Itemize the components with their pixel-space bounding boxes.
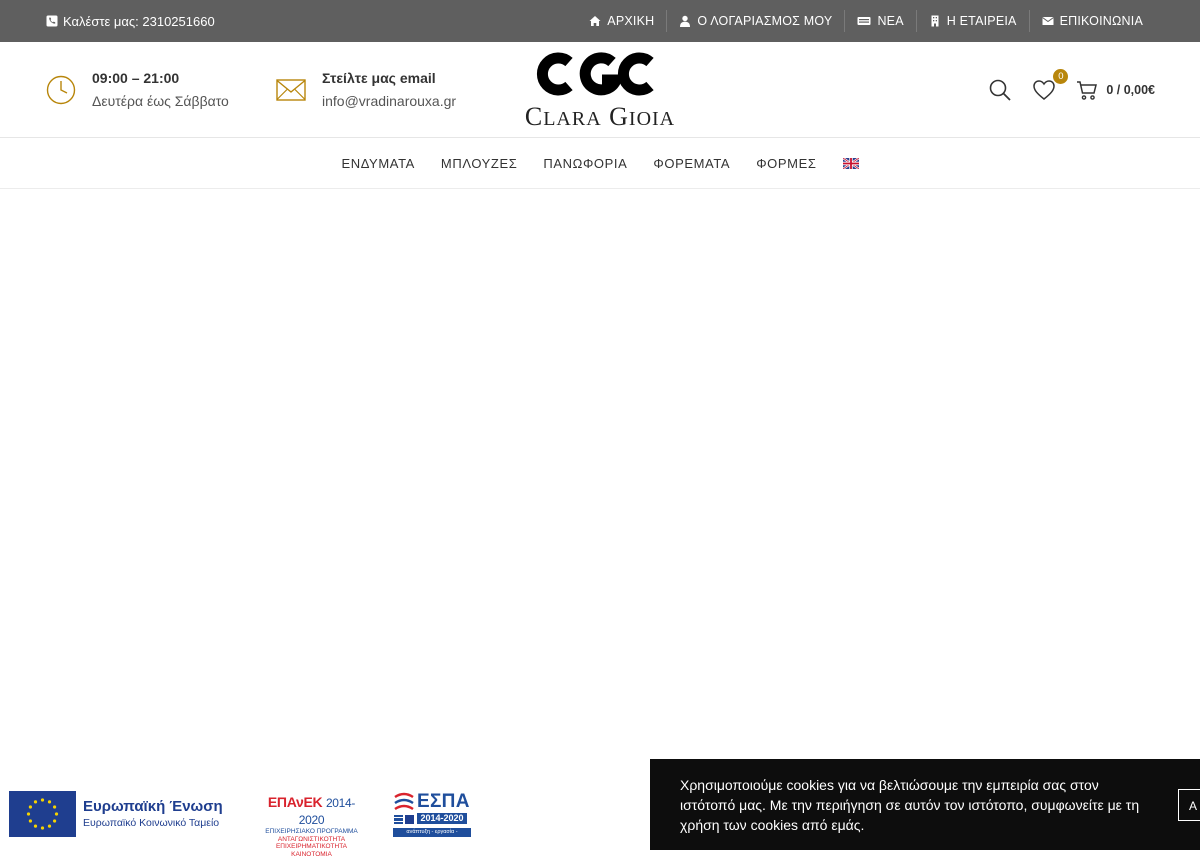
email-info: Στείλτε μας email info@vradinarouxa.gr: [276, 42, 456, 137]
nav-item-jumpsuits[interactable]: ΦΟΡΜΕΣ: [743, 156, 829, 171]
email-info-text: Στείλτε μας email info@vradinarouxa.gr: [322, 67, 456, 113]
header-actions: 0 0 / 0,00€: [988, 42, 1155, 137]
epanek-title: ΕΠΑνΕΚ 2014-2020: [258, 794, 365, 828]
espa-title: ΕΣΠΑ: [417, 791, 470, 813]
mail-icon: [276, 78, 306, 102]
uk-flag-icon: [843, 158, 859, 169]
epanek-logo: ΕΠΑνΕΚ 2014-2020 ΕΠΙΧΕΙΡΗΣΙΑΚΟ ΠΡΟΓΡΑΜΜΑ…: [258, 794, 365, 838]
epanek-line: ΕΠΙΧΕΙΡΗΜΑΤΙΚΟΤΗΤΑ: [258, 843, 365, 851]
heart-icon: [1032, 78, 1056, 102]
eu-label: Ευρωπαϊκή Ένωση Ευρωπαϊκό Κοινωνικό Ταμε…: [83, 798, 223, 830]
epanek-line: ΑΝΤΑΓΩΝΙΣΤΙΚΟΤΗΤΑ: [258, 836, 365, 844]
hours-title: 09:00 – 21:00: [92, 67, 229, 89]
building-icon: [929, 15, 941, 27]
top-nav-label: ΑΡΧΙΚΗ: [607, 14, 654, 28]
top-nav-label: Η ΕΤΑΙΡΕΙΑ: [947, 14, 1017, 28]
eu-logo: Ευρωπαϊκή Ένωση Ευρωπαϊκό Κοινωνικό Ταμε…: [9, 791, 235, 837]
epanek-line: ΚΑΙΝΟΤΟΜΙΑ: [258, 851, 365, 858]
hours-subtitle: Δευτέρα έως Σάββατο: [92, 89, 229, 113]
home-icon: [589, 15, 601, 27]
epanek-line: ΕΠΙΧΕΙΡΗΣΙΑΚΟ ΠΡΟΓΡΑΜΜΑ: [258, 828, 365, 836]
wishlist-button[interactable]: 0: [1032, 78, 1056, 102]
eu-flag-icon: [9, 791, 76, 837]
nav-item-dresses[interactable]: ΦΟΡΕΜΑΤΑ: [640, 156, 743, 171]
newspaper-icon: [857, 15, 871, 27]
eu-stars-icon: [9, 791, 76, 837]
cookie-accept-button[interactable]: Α: [1178, 789, 1200, 821]
cart-icon: [1076, 79, 1098, 101]
nav-item-clothing[interactable]: ΕΝΔΥΜΑΤΑ: [328, 156, 427, 171]
espa-slogan: ανάπτυξη - εργασία - αλληλεγγύη: [393, 828, 471, 837]
cart-button[interactable]: 0 / 0,00€: [1076, 79, 1155, 101]
logo-text: CLARA GIOIA: [517, 102, 683, 132]
site-logo[interactable]: CLARA GIOIA: [517, 52, 683, 130]
top-nav: ΑΡΧΙΚΗ Ο ΛΟΓΑΡΙΑΣΜΟΣ ΜΟΥ ΝΕΑ Η ΕΤΑΙΡΕΙΑ …: [577, 0, 1155, 42]
clock-icon: [46, 75, 76, 105]
call-text: Καλέστε μας: 2310251660: [63, 14, 215, 29]
top-bar: Καλέστε μας: 2310251660 ΑΡΧΙΚΗ Ο ΛΟΓΑΡΙΑ…: [0, 0, 1200, 42]
cookie-message: Χρησιμοποιούμε cookies για να βελτιώσουμ…: [680, 775, 1155, 835]
opening-hours: 09:00 – 21:00 Δευτέρα έως Σάββατο: [46, 42, 229, 137]
nav-item-outerwear[interactable]: ΠΑΝΩΦΟΡΙΑ: [530, 156, 640, 171]
top-nav-label: ΕΠΙΚΟΙΝΩΝΙΑ: [1060, 14, 1143, 28]
opening-hours-text: 09:00 – 21:00 Δευτέρα έως Σάββατο: [92, 67, 229, 113]
main-nav: ΕΝΔΥΜΑΤΑ ΜΠΛΟΥΖΕΣ ΠΑΝΩΦΟΡΙΑ ΦΟΡΕΜΑΤΑ ΦΟΡ…: [0, 138, 1200, 189]
cookie-notice: Χρησιμοποιούμε cookies για να βελτιώσουμ…: [650, 759, 1200, 850]
top-nav-contact[interactable]: ΕΠΙΚΟΙΝΩΝΙΑ: [1030, 0, 1155, 42]
call-info[interactable]: Καλέστε μας: 2310251660: [46, 0, 215, 42]
top-nav-label: ΝΕΑ: [877, 14, 903, 28]
language-switcher[interactable]: [830, 158, 872, 169]
epanek-name: ΕΠΑνΕΚ: [268, 794, 322, 810]
user-icon: [679, 15, 691, 27]
top-nav-company[interactable]: Η ΕΤΑΙΡΕΙΑ: [917, 0, 1029, 42]
email-address[interactable]: info@vradinarouxa.gr: [322, 89, 456, 113]
site-header: 09:00 – 21:00 Δευτέρα έως Σάββατο Στείλτ…: [0, 42, 1200, 138]
email-title: Στείλτε μας email: [322, 67, 456, 89]
wishlist-count-badge: 0: [1053, 69, 1068, 84]
top-nav-label: Ο ΛΟΓΑΡΙΑΣΜΟΣ ΜΟΥ: [697, 14, 832, 28]
espa-logo: ΕΣΠΑ 2014-2020 ανάπτυξη - εργασία - αλλη…: [393, 791, 471, 837]
nav-item-blouses[interactable]: ΜΠΛΟΥΖΕΣ: [428, 156, 530, 171]
espa-emblem-icon: [393, 791, 415, 825]
eu-subtitle: Ευρωπαϊκό Κοινωνικό Ταμείο: [83, 816, 223, 830]
phone-icon: [46, 15, 58, 27]
top-nav-home[interactable]: ΑΡΧΙΚΗ: [577, 0, 666, 42]
eu-title: Ευρωπαϊκή Ένωση: [83, 798, 223, 816]
cart-total: 0 / 0,00€: [1106, 83, 1155, 97]
search-icon[interactable]: [988, 78, 1012, 102]
logo-monogram: [517, 52, 683, 100]
top-nav-news[interactable]: ΝΕΑ: [845, 0, 915, 42]
envelope-icon: [1042, 15, 1054, 27]
espa-years: 2014-2020: [417, 813, 467, 824]
top-nav-account[interactable]: Ο ΛΟΓΑΡΙΑΣΜΟΣ ΜΟΥ: [667, 0, 844, 42]
